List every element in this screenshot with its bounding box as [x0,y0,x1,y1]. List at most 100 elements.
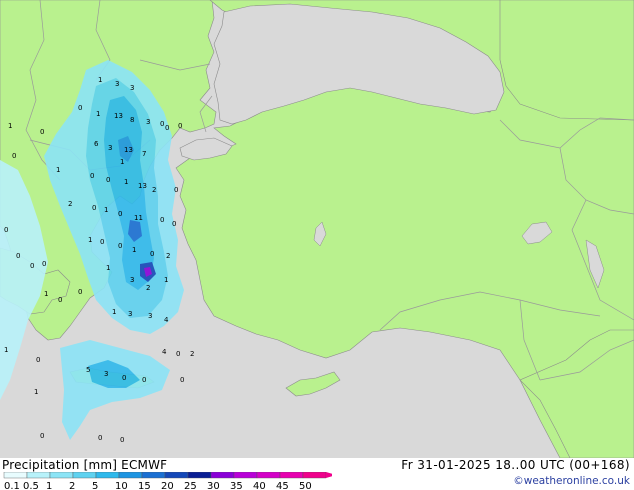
precip-value-label: 3 [130,276,134,284]
precip-value-label: 1 [34,388,38,396]
legend-label: 20 [161,481,174,490]
precip-value-label: 0 [150,250,154,258]
precip-value-label: 1 [8,122,12,130]
precip-value-label: 1 [124,178,128,186]
legend-label: 50 [299,481,312,490]
legend-label: 5 [92,481,98,490]
legend-swatch [210,472,235,479]
precip-value-label: 0 [4,226,8,234]
legend-swatch [3,472,28,479]
precip-value-label: 0 [42,260,46,268]
weather-map[interactable]: 1 3 3 0 1 13 8 3 0 0 0 1 6 3 13 7 1 0 0 1 0 0 13 1 2 0 2 0 1 0 11 0 0 0 1 0… [0,0,634,458]
precip-value-label: 0 [172,220,176,228]
precip-value-label: 1 [44,290,48,298]
precip-value-label: 1 [164,276,168,284]
precip-value-label: 0 [122,374,126,382]
precip-value-label: 13 [114,112,123,120]
precip-value-label: 2 [68,200,72,208]
precip-value-label: 3 [108,144,112,152]
precip-value-label: 1 [132,246,136,254]
footer: Precipitation [mm] ECMWF Fr 31-01-2025 1… [0,458,634,490]
precip-value-label: 2 [146,284,150,292]
precip-value-label: 13 [124,146,133,154]
precip-value-label: 3 [146,118,150,126]
precip-value-label: 0 [118,242,122,250]
legend-swatch [118,472,143,479]
color-scale-legend: 0.1 0.5 1 2 5 10 15 20 25 30 35 40 45 50 [3,472,332,490]
precip-value-label: 1 [98,76,102,84]
precip-value-label: 11 [134,214,143,222]
precip-value-label: 0 [90,172,94,180]
precip-value-label: 0 [106,176,110,184]
precip-value-label: 1 [96,110,100,118]
precip-value-label: 3 [128,310,132,318]
precip-value-label: 0 [16,252,20,260]
map-title: Precipitation [mm] ECMWF [2,458,168,472]
precip-value-label: 4 [162,348,167,356]
precip-value-label: 1 [4,346,8,354]
legend-label: 35 [230,481,243,490]
precip-value-label: 4 [164,316,169,324]
precip-value-label: 5 [86,366,90,374]
legend-label: 40 [253,481,266,490]
legend-arrow [326,472,332,478]
legend-swatch [187,472,212,479]
precip-value-label: 3 [115,80,119,88]
forecast-datetime: Fr 31-01-2025 18..00 UTC (00+168) [401,458,630,472]
precip-value-label: 0 [165,124,169,132]
precip-value-label: 1 [104,206,108,214]
legend-swatch [26,472,51,479]
precip-value-label: 0 [78,288,82,296]
precip-value-label: 0 [178,122,182,130]
legend-label: 1 [46,481,52,490]
land-caucasus [499,0,634,121]
precip-value-label: 3 [104,370,108,378]
legend-label: 45 [276,481,289,490]
precip-value-label: 2 [166,252,170,260]
legend-swatch [49,472,74,479]
legend-swatch [72,472,97,479]
precip-value-label: 0 [98,434,102,442]
precip-value-label: 0 [30,262,34,270]
precip-value-label: 0 [160,216,164,224]
legend-label: 0.1 [4,481,20,490]
precip-value-label: 0 [78,104,82,112]
legend-label: 2 [69,481,75,490]
precip-value-label: 2 [190,350,194,358]
precip-value-label: 6 [94,140,99,148]
precip-value-label: 0 [100,238,104,246]
precip-value-label: 0 [92,204,96,212]
legend-label: 0.5 [23,481,39,490]
legend-swatch [279,472,304,479]
precip-value-label: 1 [106,264,110,272]
precip-value-label: 0 [180,376,184,384]
precip-value-label: 0 [142,376,146,384]
legend-swatch [256,472,281,479]
legend-label: 15 [138,481,151,490]
precip-value-label: 0 [120,436,124,444]
precip-value-label: 0 [36,356,40,364]
legend-label: 25 [184,481,197,490]
precip-value-label: 0 [174,186,178,194]
precip-value-label: 2 [152,186,156,194]
precip-value-label: 13 [138,182,147,190]
precip-value-label: 0 [118,210,122,218]
precip-value-label: 0 [176,350,180,358]
precip-value-label: 0 [160,120,164,128]
legend-label: 30 [207,481,220,490]
precip-value-label: 7 [142,150,146,158]
legend-swatch [233,472,258,479]
precip-value-label: 0 [12,152,16,160]
legend-swatch [141,472,166,479]
legend-swatch [164,472,189,479]
precip-value-label: 1 [112,308,116,316]
legend-label: 10 [115,481,128,490]
precip-value-label: 8 [130,116,134,124]
precip-value-label: 1 [56,166,60,174]
credit-link[interactable]: ©weatheronline.co.uk [513,475,630,487]
precip-value-label: 3 [130,84,134,92]
precip-value-label: 0 [40,432,44,440]
precip-value-label: 3 [148,312,152,320]
precip-value-label: 1 [120,158,124,166]
precip-value-label: 0 [58,296,62,304]
